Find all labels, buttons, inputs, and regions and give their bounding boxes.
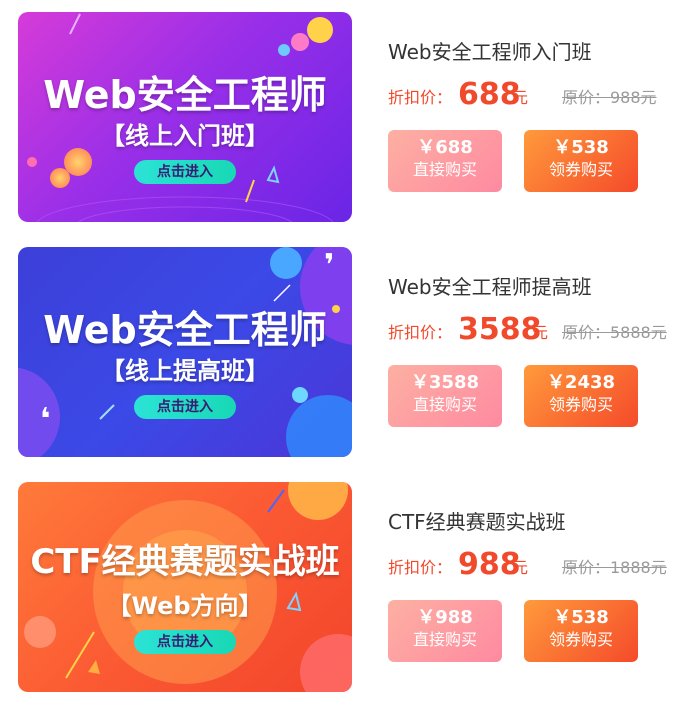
price-unit: 元 [532, 323, 549, 342]
discount-label: 折扣价： [388, 88, 453, 107]
banner-subtitle: 【线上入门班】 [101, 122, 269, 150]
coupon-buy-label: 领券购买 [548, 395, 613, 414]
direct-buy-button[interactable]: ￥988 直接购买 [388, 600, 502, 662]
coupon-buy-button[interactable]: ￥538 领券购买 [524, 600, 638, 662]
course-banner-2[interactable]: ❜ ❛ Web安全工程师 【线上提高班】 点击进入 [18, 247, 352, 457]
direct-buy-button[interactable]: ￥3588 直接购买 [388, 365, 502, 427]
banner-title: Web安全工程师 [43, 308, 327, 352]
direct-buy-button[interactable]: ￥688 直接购买 [388, 130, 502, 192]
banner-subtitle: 【线上提高班】 [101, 357, 269, 385]
coupon-buy-button[interactable]: ￥2438 领券购买 [524, 365, 638, 427]
enter-button[interactable]: 点击进入 [134, 160, 236, 184]
discount-price: 3588 [458, 312, 542, 347]
coupon-buy-price: ￥538 [553, 607, 609, 628]
price-row: 折扣价： 3588 元 原价：5888元 [388, 309, 688, 349]
original-price: 原价：5888元 [562, 323, 667, 342]
original-price: 原价：988元 [562, 88, 657, 107]
enter-button[interactable]: 点击进入 [134, 630, 236, 654]
course-title[interactable]: Web安全工程师提高班 [388, 271, 592, 300]
original-price: 原价：1888元 [562, 558, 667, 577]
direct-buy-label: 直接购买 [412, 630, 477, 649]
course-card-2: ❜ ❛ Web安全工程师 【线上提高班】 点击进入 Web安全工程师提高班 折扣… [0, 235, 699, 470]
coupon-buy-price: ￥538 [553, 137, 609, 158]
discount-label: 折扣价： [388, 323, 453, 342]
banner-subtitle: 【Web方向】 [107, 592, 263, 620]
banner-title: Web安全工程师 [43, 73, 327, 117]
coupon-buy-label: 领券购买 [548, 160, 613, 179]
discount-label: 折扣价： [388, 558, 453, 577]
svg-text:❜: ❜ [324, 248, 334, 283]
direct-buy-label: 直接购买 [412, 395, 477, 414]
direct-buy-price: ￥688 [417, 137, 473, 158]
coupon-buy-price: ￥2438 [546, 372, 616, 393]
price-row: 折扣价： 988 元 原价：1888元 [388, 544, 688, 584]
enter-button[interactable]: 点击进入 [134, 395, 236, 419]
banner-title: CTF经典赛题实战班 [30, 542, 340, 582]
course-banner-3[interactable]: CTF经典赛题实战班 【Web方向】 点击进入 [18, 482, 352, 692]
course-card-1: Web安全工程师 【线上入门班】 点击进入 Web安全工程师入门班 折扣价： 6… [0, 0, 699, 235]
svg-text:❛: ❛ [40, 402, 50, 437]
direct-buy-price: ￥988 [417, 607, 473, 628]
coupon-buy-button[interactable]: ￥538 领券购买 [524, 130, 638, 192]
course-card-3: CTF经典赛题实战班 【Web方向】 点击进入 CTF经典赛题实战班 折扣价： … [0, 470, 699, 705]
price-unit: 元 [512, 558, 529, 577]
direct-buy-price: ￥3588 [410, 372, 480, 393]
course-title[interactable]: CTF经典赛题实战班 [388, 506, 566, 535]
coupon-buy-label: 领券购买 [548, 630, 613, 649]
course-banner-1[interactable]: Web安全工程师 【线上入门班】 点击进入 [18, 12, 352, 222]
direct-buy-label: 直接购买 [412, 160, 477, 179]
course-title[interactable]: Web安全工程师入门班 [388, 36, 592, 65]
price-unit: 元 [512, 88, 529, 107]
price-row: 折扣价： 688 元 原价：988元 [388, 74, 688, 114]
